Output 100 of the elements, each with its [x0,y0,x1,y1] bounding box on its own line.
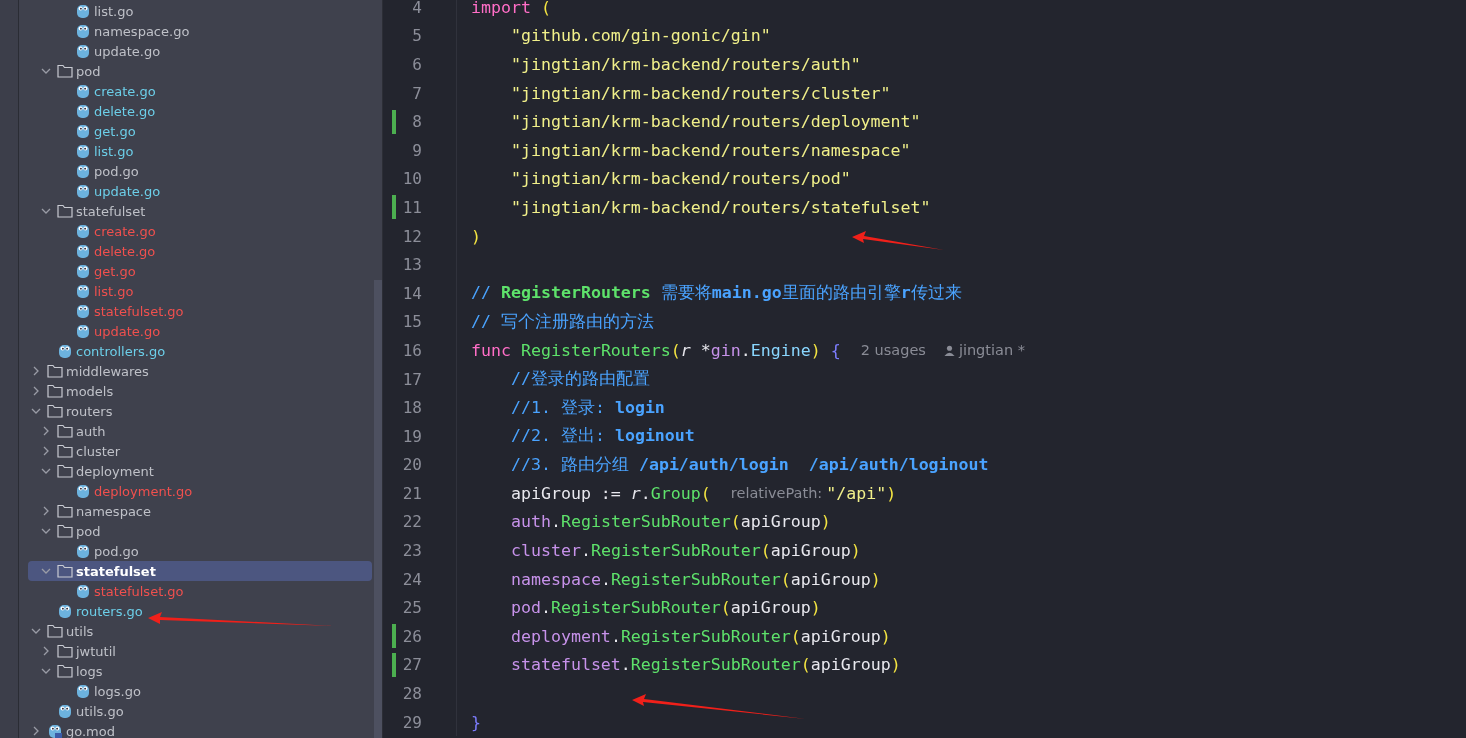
code-text: pod.RegisterSubRouter(apiGroup) [509,598,821,618]
line-number: 24 [401,569,422,589]
author-hint[interactable]: jingtian * [958,342,1025,359]
inlay-hint: 2 usages [860,342,926,359]
chevron-down-icon[interactable] [31,626,41,636]
folder-icon [57,444,73,458]
line-number: 5 [411,26,422,46]
chevron-right-icon[interactable] [41,446,51,456]
tree-row[interactable]: update.go [28,181,372,201]
inlay-hint: relativePath: [730,485,823,502]
chevron-down-icon[interactable] [41,66,51,76]
file-name: update.go [94,183,161,199]
tree-row[interactable]: middlewares [28,361,372,381]
chevron-down-icon[interactable] [31,406,41,416]
tree-row[interactable]: delete.go [28,101,372,121]
code-text: "/api") [826,483,897,503]
chevron-right-icon[interactable] [41,426,51,436]
tree-row[interactable]: utils.go [28,701,372,721]
gopher-file-icon [76,283,90,299]
tree-row[interactable]: controllers.go [28,341,372,361]
file-name: create.go [94,223,156,239]
tree-row[interactable]: namespace.go [28,21,372,41]
tree-row[interactable]: statefulset.go [28,301,372,321]
file-name: statefulset.go [94,583,184,599]
line-number: 25 [401,598,422,618]
code-text: "jingtian/krm-backend/routers/statefulset" [509,197,931,217]
code-text: "github.com/gin-gonic/gin" [509,26,771,46]
tree-row[interactable]: go.mod [28,721,372,738]
line-number: 7 [411,83,422,103]
line-number: 15 [401,312,422,332]
gopher-file-icon [76,323,90,339]
line-number: 13 [401,255,422,275]
tree-row[interactable]: update.go [28,321,372,341]
folder-icon [57,464,73,478]
tree-row[interactable]: deployment.go [28,481,372,501]
tree-row[interactable]: models [28,381,372,401]
scrollbar-thumb[interactable] [374,280,382,738]
line-number: 8 [411,112,422,132]
folder-name: jwtutil [76,643,116,659]
tree-row[interactable]: statefulset [28,201,372,221]
chevron-right-icon[interactable] [31,726,41,736]
tree-row[interactable]: list.go [28,141,372,161]
tree-row[interactable]: cluster [28,441,372,461]
gopher-file-icon [76,23,90,39]
line-number: 23 [401,541,422,561]
tree-row[interactable]: create.go [28,221,372,241]
file-name: get.go [94,123,136,139]
chevron-right-icon[interactable] [31,386,41,396]
code-text: // 写个注册路由的方法 [471,310,654,333]
folder-icon [47,624,63,638]
tree-row[interactable]: get.go [28,121,372,141]
tree-row[interactable]: routers [28,401,372,421]
tree-row[interactable]: create.go [28,81,372,101]
tree-row[interactable]: namespace [28,501,372,521]
file-name: update.go [94,43,161,59]
tree-row[interactable]: statefulset.go [28,581,372,601]
file-name: controllers.go [76,343,166,359]
tree-row[interactable]: logs [28,661,372,681]
code-text: func RegisterRouters(r *gin.Engine) { [471,340,841,360]
tree-row[interactable]: statefulset [28,561,372,581]
line-number: 12 [401,226,422,246]
chevron-down-icon[interactable] [41,566,51,576]
file-name: routers.go [76,603,143,619]
line-number: 16 [401,340,422,360]
chevron-right-icon[interactable] [31,366,41,376]
tree-row[interactable]: list.go [28,281,372,301]
folder-name: routers [66,403,113,419]
file-name: list.go [94,3,134,19]
tree-row[interactable]: pod [28,61,372,81]
tree-row[interactable]: pod.go [28,541,372,561]
code-text: } [471,712,481,732]
chevron-right-icon[interactable] [41,506,51,516]
gopher-file-icon [76,303,90,319]
code-text: "jingtian/krm-backend/routers/cluster" [509,83,891,103]
file-name: pod.go [94,163,139,179]
tree-row[interactable]: pod.go [28,161,372,181]
line-number: 27 [401,655,422,675]
chevron-right-icon[interactable] [41,646,51,656]
file-name: update.go [94,323,161,339]
chevron-down-icon[interactable] [41,666,51,676]
tree-row[interactable]: pod [28,521,372,541]
tree-row[interactable]: routers.go [28,601,372,621]
chevron-down-icon[interactable] [41,466,51,476]
tree-row[interactable]: update.go [28,41,372,61]
gopher-file-icon [76,483,90,499]
gopher-file-icon [76,123,90,139]
tree-row[interactable]: get.go [28,261,372,281]
tree-row[interactable]: list.go [28,1,372,21]
tree-row[interactable]: logs.go [28,681,372,701]
chevron-down-icon[interactable] [41,206,51,216]
folder-name: middlewares [66,363,149,379]
tree-row[interactable]: deployment [28,461,372,481]
chevron-down-icon[interactable] [41,526,51,536]
code-text: apiGroup := r.Group( [509,483,711,503]
tree-row[interactable]: jwtutil [28,641,372,661]
tree-row[interactable]: utils [28,621,372,641]
tree-row[interactable]: auth [28,421,372,441]
gopher-file-icon [76,103,90,119]
line-number: 14 [401,283,422,303]
code-text: auth.RegisterSubRouter(apiGroup) [509,512,831,532]
